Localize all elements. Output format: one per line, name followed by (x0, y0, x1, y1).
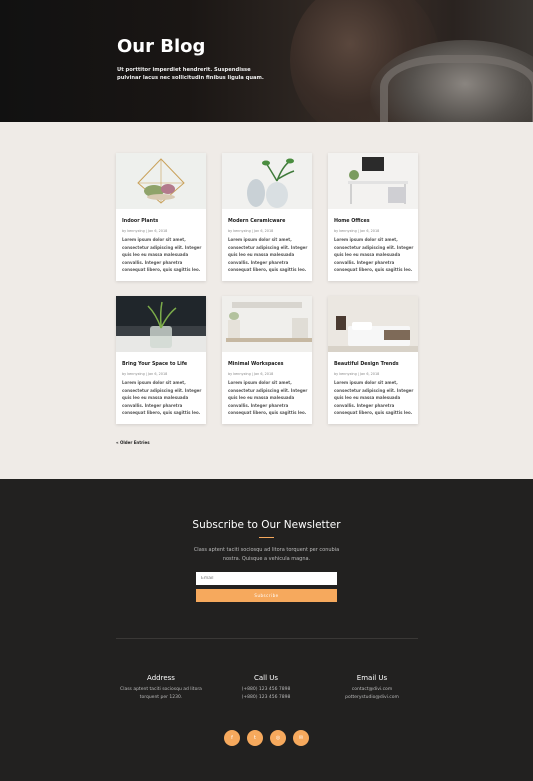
hero-cup-image (380, 55, 533, 122)
post-thumbnail[interactable] (328, 296, 418, 352)
post-thumbnail[interactable] (222, 153, 312, 209)
terrarium-image (116, 153, 206, 209)
post-meta: by kennyxing | Jan 6, 2018 (122, 229, 168, 233)
post-title[interactable]: Minimal Workspaces (228, 362, 283, 367)
hero-subtitle: Ut porttitor imperdiet hendrerit. Suspen… (117, 67, 264, 81)
blog-card[interactable]: Modern Ceramicware by kennyxing | Jan 6,… (222, 153, 312, 281)
facebook-icon[interactable]: f (224, 730, 240, 746)
blog-card[interactable]: Home Offices by kennyxing | Jan 6, 2018 … (328, 153, 418, 281)
post-excerpt: Lorem ipsum dolor sit amet, consectetur … (334, 380, 414, 416)
post-meta: by kennyxing | Jan 6, 2018 (334, 229, 380, 233)
post-thumbnail[interactable] (116, 153, 206, 209)
email-field[interactable] (196, 572, 337, 585)
footer-divider (116, 638, 418, 639)
blog-card[interactable]: Minimal Workspaces by kennyxing | Jan 6,… (222, 296, 312, 424)
newsletter-title-text: Subscribe to Our Newsletter (192, 519, 341, 531)
vases-image (222, 153, 312, 209)
hero-banner: Our Blog Ut porttitor imperdiet hendreri… (0, 0, 533, 122)
blog-card[interactable]: Indoor Plants by kennyxing | Jan 6, 2018… (116, 153, 206, 281)
post-thumbnail[interactable] (328, 153, 418, 209)
address-line: torquent per 1230. (139, 694, 183, 700)
post-excerpt: Lorem ipsum dolor sit amet, consectetur … (122, 380, 202, 416)
post-thumbnail[interactable] (222, 296, 312, 352)
post-title[interactable]: Home Offices (334, 219, 370, 224)
address-column: Address Class aptent taciti sociosqu ad … (101, 674, 221, 701)
newsletter-description: Class aptent taciti sociosqu ad litora t… (193, 547, 340, 562)
address-heading: Address (147, 674, 175, 682)
call-heading: Call Us (253, 674, 279, 682)
post-meta: by kennyxing | Jan 6, 2018 (334, 372, 380, 376)
post-excerpt: Lorem ipsum dolor sit amet, consectetur … (334, 237, 414, 273)
post-meta: by kennyxing | Jan 6, 2018 (228, 372, 274, 376)
phone-link[interactable]: (+880) 123 456 7898 (206, 686, 326, 694)
post-title[interactable]: Bring Your Space to Life (122, 362, 187, 367)
post-meta: by kennyxing | Jan 6, 2018 (122, 372, 168, 376)
page-title: Our Blog (117, 36, 206, 57)
post-meta: by kennyxing | Jan 6, 2018 (228, 229, 274, 233)
home-office-image (328, 153, 418, 209)
post-excerpt: Lorem ipsum dolor sit amet, consectetur … (228, 237, 308, 273)
twitter-icon[interactable]: t (247, 730, 263, 746)
email-heading: Email Us (356, 674, 388, 682)
post-title[interactable]: Indoor Plants (122, 219, 158, 224)
email-link[interactable]: contact@divi.com (312, 686, 432, 694)
instagram-icon[interactable]: ◎ (270, 730, 286, 746)
post-excerpt: Lorem ipsum dolor sit amet, consectetur … (122, 237, 202, 273)
post-title[interactable]: Modern Ceramicware (228, 219, 285, 224)
blog-card[interactable]: Beautiful Design Trends by kennyxing | J… (328, 296, 418, 424)
blog-card[interactable]: Bring Your Space to Life by kennyxing | … (116, 296, 206, 424)
email-icon[interactable]: ✉ (293, 730, 309, 746)
subscribe-button[interactable]: Subscribe (196, 589, 337, 602)
bedroom-image (328, 296, 418, 352)
older-entries-link[interactable]: « Older Entries (116, 440, 150, 445)
call-column: Call Us (+880) 123 456 7898 (+880) 123 4… (206, 674, 326, 701)
post-thumbnail[interactable] (116, 296, 206, 352)
phone-link[interactable]: (+880) 123 456 7898 (206, 694, 326, 702)
email-link[interactable]: potterystudio@divi.com (312, 694, 432, 702)
post-title[interactable]: Beautiful Design Trends (334, 362, 399, 367)
workspace-image (222, 296, 312, 352)
post-excerpt: Lorem ipsum dolor sit amet, consectetur … (228, 380, 308, 416)
email-column: Email Us contact@divi.com potterystudio@… (312, 674, 432, 701)
address-line: Class aptent taciti sociosqu ad litora (120, 687, 202, 692)
plant-jar-image (116, 296, 206, 352)
accent-divider (259, 537, 274, 538)
